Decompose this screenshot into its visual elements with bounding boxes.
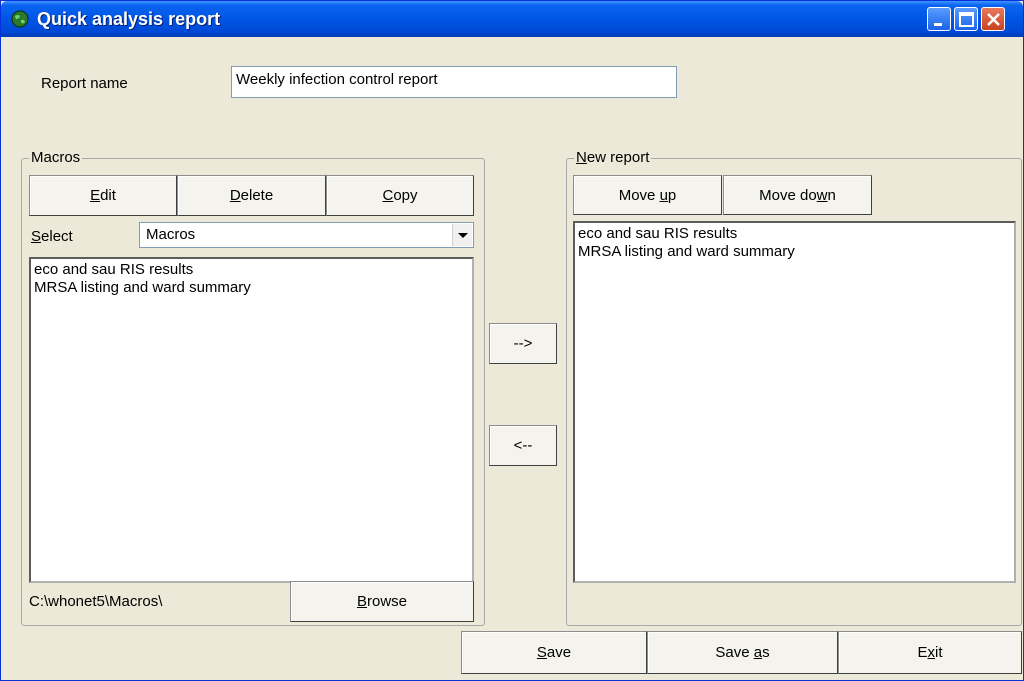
close-button[interactable] — [981, 7, 1005, 31]
delete-button-label: Delete — [229, 187, 274, 204]
browse-button[interactable]: Browse — [290, 581, 474, 622]
exit-button-label: Exit — [917, 644, 943, 661]
macros-list[interactable]: eco and sau RIS results MRSA listing and… — [29, 257, 474, 583]
macros-group-title: Macros — [29, 149, 83, 166]
report-name-input[interactable]: Weekly infection control report — [231, 66, 677, 98]
chevron-down-icon — [458, 233, 468, 238]
macros-path: C:\whonet5\Macros\ — [29, 593, 163, 610]
copy-button[interactable]: Copy — [326, 175, 474, 216]
list-item[interactable]: MRSA listing and ward summary — [578, 243, 1011, 261]
delete-button[interactable]: Delete — [177, 175, 326, 216]
save-button[interactable]: Save — [461, 631, 647, 674]
list-item[interactable]: MRSA listing and ward summary — [34, 279, 469, 297]
select-label: Select — [31, 228, 73, 245]
move-down-button-label: Move down — [759, 186, 836, 204]
copy-button-label: Copy — [382, 187, 418, 204]
maximize-button[interactable] — [954, 7, 978, 31]
minimize-button[interactable] — [927, 7, 951, 31]
dropdown-button[interactable] — [452, 224, 472, 246]
report-name-label: Report name — [41, 75, 128, 92]
add-to-report-label: --> — [513, 335, 533, 352]
exit-button[interactable]: Exit — [838, 631, 1022, 674]
move-up-button[interactable]: Move up — [573, 175, 722, 215]
save-as-button-label: Save as — [715, 644, 770, 661]
move-down-button[interactable]: Move down — [723, 175, 872, 215]
remove-from-report-label: <-- — [513, 437, 533, 454]
close-icon — [987, 13, 1000, 26]
save-button-label: Save — [536, 644, 572, 661]
maximize-icon — [959, 12, 974, 27]
add-to-report-button[interactable]: --> — [489, 323, 557, 364]
browse-button-label: Browse — [356, 593, 408, 610]
list-item[interactable]: eco and sau RIS results — [578, 225, 1011, 243]
remove-from-report-button[interactable]: <-- — [489, 425, 557, 466]
macros-select-value: Macros — [146, 226, 196, 243]
globe-icon — [11, 10, 29, 28]
quick-analysis-report-window: Quick analysis report Report name Weekly… — [0, 0, 1024, 681]
save-as-button[interactable]: Save as — [647, 631, 838, 674]
window-title: Quick analysis report — [37, 9, 221, 29]
minimize-icon — [934, 23, 942, 26]
macros-select[interactable]: Macros — [139, 222, 474, 248]
title-bar[interactable]: Quick analysis report — [1, 1, 1023, 37]
list-item[interactable]: eco and sau RIS results — [34, 261, 469, 279]
edit-button[interactable]: Edit — [29, 175, 177, 216]
new-report-list[interactable]: eco and sau RIS results MRSA listing and… — [573, 221, 1016, 583]
new-report-group-title: New report — [574, 149, 652, 166]
move-up-button-label: Move up — [618, 186, 677, 204]
edit-button-label: Edit — [90, 187, 116, 204]
